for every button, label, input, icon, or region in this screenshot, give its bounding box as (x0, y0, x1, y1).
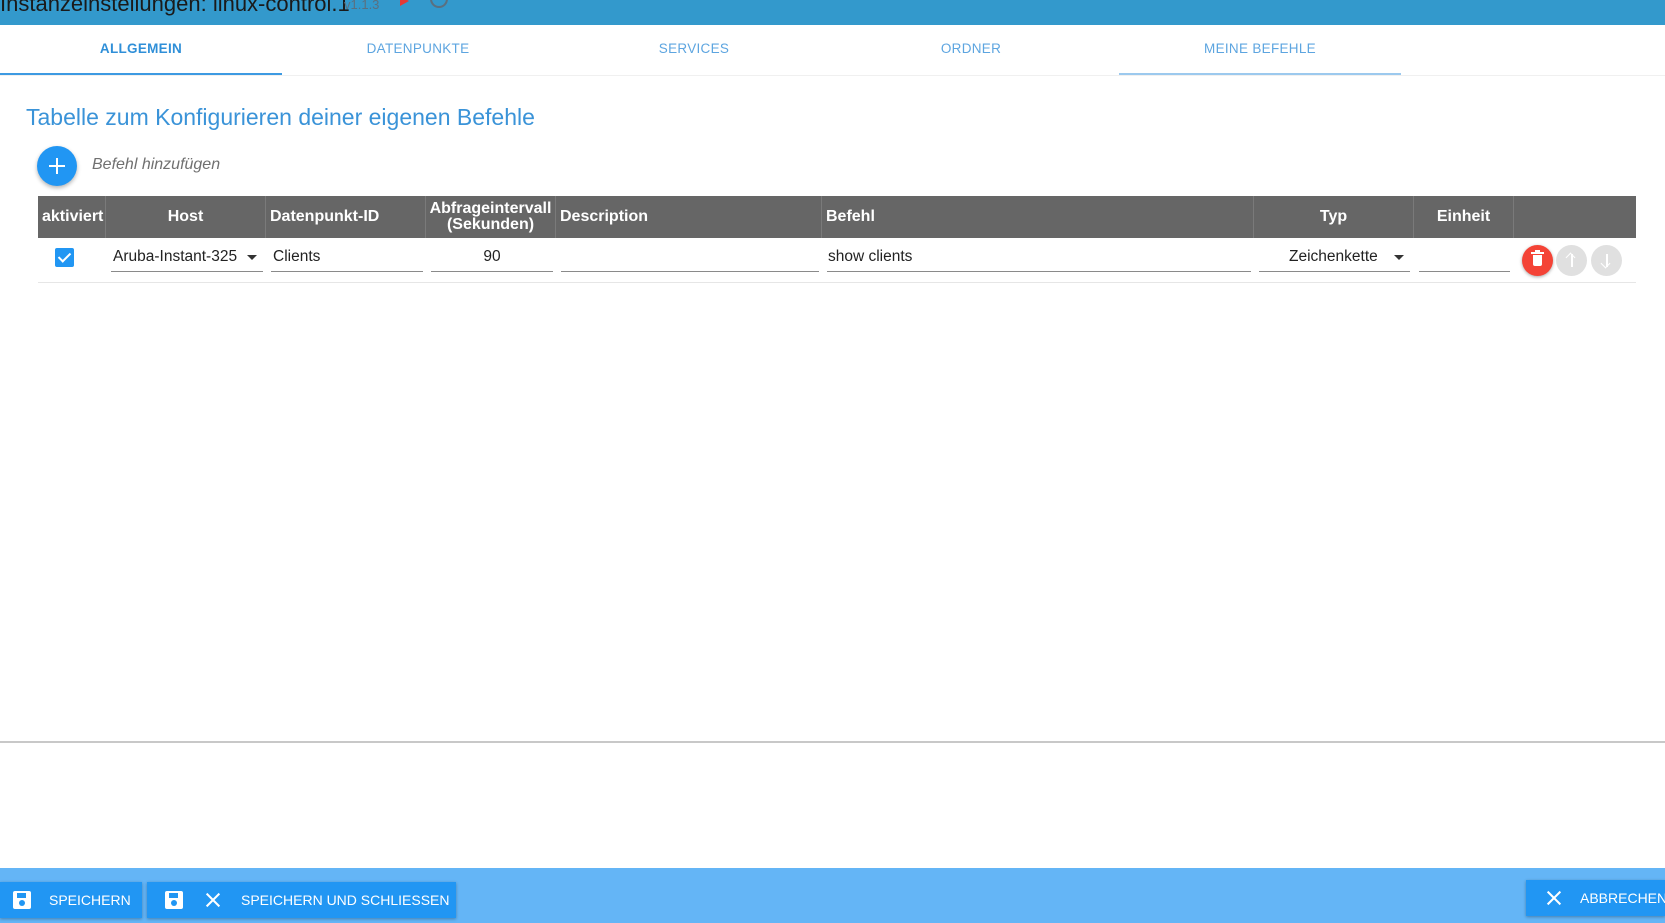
move-up-button[interactable] (1556, 245, 1587, 276)
tab-ordner[interactable]: ORDNER (830, 25, 1112, 73)
table-header: aktiviert Host Datenpunkt-ID Abfrageinte… (38, 196, 1636, 238)
close-icon (204, 891, 222, 909)
interval-input[interactable]: 90 (431, 246, 553, 272)
cancel-button-label: ABBRECHEN (1580, 890, 1665, 906)
type-value: Zeichenkette (1289, 248, 1378, 265)
section-title: Tabelle zum Konfigurieren deiner eigenen… (26, 104, 535, 130)
save-button-label: SPEICHERN (49, 892, 131, 908)
col-host: Host (106, 196, 266, 238)
arrow-down-icon (1606, 254, 1608, 267)
type-select[interactable]: Zeichenkette (1259, 246, 1410, 272)
close-icon (1545, 889, 1563, 907)
col-befehl: Befehl (822, 196, 1254, 238)
col-typ: Typ (1254, 196, 1414, 238)
add-command-label: Befehl hinzufügen (92, 156, 221, 173)
floppy-disk-icon (13, 891, 31, 909)
title-bar: Instanzeinstellungen: linux-control.1 v1… (0, 0, 1665, 25)
unit-input[interactable] (1419, 246, 1510, 272)
enabled-checkbox[interactable] (55, 248, 74, 267)
table-row: Aruba-Instant-325 Clients 90 show client… (38, 238, 1636, 283)
col-datenpunkt-id: Datenpunkt-ID (266, 196, 426, 238)
col-aktiviert: aktiviert (38, 196, 106, 238)
move-down-button[interactable] (1591, 245, 1622, 276)
content-divider (0, 741, 1665, 743)
arrow-up-icon (1571, 254, 1573, 267)
tab-services[interactable]: SERVICES (553, 25, 835, 73)
tab-bar: ALLGEMEIN DATENPUNKTE SERVICES ORDNER ME… (0, 25, 1665, 76)
add-command-button[interactable] (37, 146, 77, 186)
save-and-close-button[interactable]: SPEICHERN UND SCHLIESSEN (147, 882, 456, 918)
col-description: Description (556, 196, 822, 238)
reload-icon[interactable] (430, 0, 448, 8)
host-value: Aruba-Instant-325 (113, 248, 238, 265)
tab-datenpunkte[interactable]: DATENPUNKTE (277, 25, 559, 73)
col-abfrageintervall: Abfrageintervall (Sekunden) (426, 196, 556, 238)
save-button[interactable]: SPEICHERN (0, 882, 142, 918)
host-select[interactable]: Aruba-Instant-325 (111, 246, 263, 272)
trash-icon (1531, 250, 1544, 266)
col-einheit: Einheit (1414, 196, 1514, 238)
tab-allgemein[interactable]: ALLGEMEIN (0, 25, 282, 75)
chevron-down-icon (1394, 255, 1404, 260)
delete-row-button[interactable] (1522, 245, 1553, 276)
window-title: Instanzeinstellungen: linux-control.1 (0, 0, 350, 16)
floppy-disk-icon (165, 891, 183, 909)
col-actions (1514, 196, 1636, 238)
chevron-down-icon (247, 255, 257, 260)
footer-bar: SPEICHERN SPEICHERN UND SCHLIESSEN ABBRE… (0, 868, 1665, 923)
description-input[interactable] (561, 246, 819, 272)
flag-icon[interactable] (400, 0, 409, 6)
command-input[interactable]: show clients (827, 246, 1251, 272)
datapoint-id-input[interactable]: Clients (271, 246, 423, 272)
cancel-button[interactable]: ABBRECHEN (1526, 880, 1665, 916)
save-and-close-button-label: SPEICHERN UND SCHLIESSEN (241, 892, 450, 908)
version-label: v1.1.3 (344, 0, 380, 12)
tab-meine-befehle[interactable]: MEINE BEFEHLE (1119, 25, 1401, 75)
